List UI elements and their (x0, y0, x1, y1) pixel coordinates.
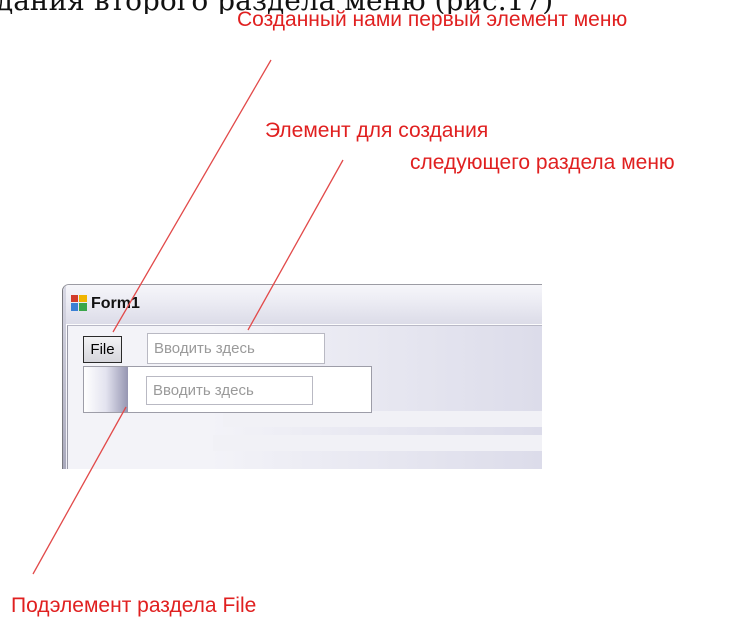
leader-line-sub-item (32, 406, 127, 575)
leader-line-first-item (112, 59, 272, 333)
annotation-leader-lines (32, 59, 344, 575)
leader-line-next-section (247, 159, 344, 331)
